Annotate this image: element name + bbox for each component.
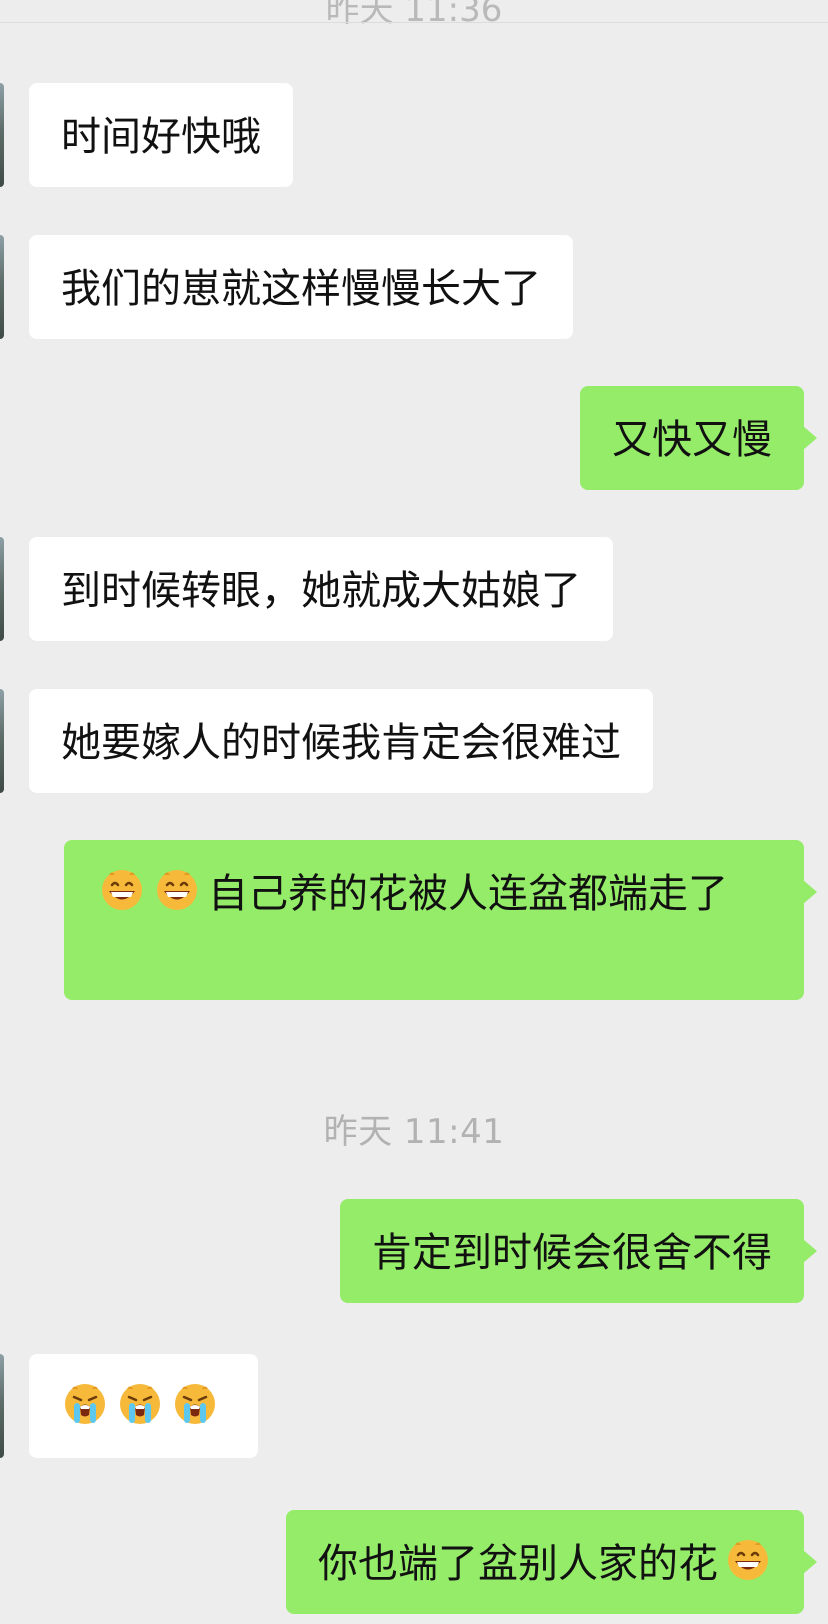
contact-avatar[interactable]	[0, 83, 4, 187]
message-bubble-sent[interactable]: 自己养的花被人连盆都端走了	[64, 840, 817, 1000]
message-bubble-received[interactable]: 时间好快哦	[29, 83, 293, 187]
grin-icon	[153, 866, 201, 914]
message-text: 又快又慢	[612, 417, 772, 463]
message-bubble-sent[interactable]: 又快又慢	[580, 386, 817, 490]
message-bubble-sent[interactable]: 你也端了盆别人家的花	[286, 1510, 817, 1614]
message-text: 自己养的花被人连盆都端走了	[208, 871, 728, 917]
message-text: 你也端了盆别人家的花	[318, 1541, 718, 1587]
contact-avatar[interactable]	[0, 1354, 4, 1458]
grin-icon	[98, 866, 146, 914]
crying-icon	[116, 1380, 164, 1428]
crying-icon	[61, 1380, 109, 1428]
message-text: 我们的崽就这样慢慢长大了	[61, 266, 541, 312]
message-bubble-received[interactable]: 到时候转眼，她就成大姑娘了	[29, 537, 613, 641]
partial-timestamp: 昨天 11:36	[325, 0, 503, 30]
message-bubble-received[interactable]	[29, 1354, 258, 1458]
message-text: 到时候转眼，她就成大姑娘了	[61, 568, 581, 614]
message-text: 她要嫁人的时候我肯定会很难过	[61, 720, 621, 766]
grin-icon	[724, 1536, 772, 1584]
divider	[0, 22, 828, 23]
contact-avatar[interactable]	[0, 537, 4, 641]
chat-view[interactable]: 昨天 11:36 时间好快哦 我们的崽就这样慢慢长大了 又快又慢 到时候转眼，她…	[0, 0, 828, 1624]
message-bubble-sent[interactable]: 肯定到时候会很舍不得	[340, 1199, 817, 1303]
timestamp: 昨天 11:41	[323, 1112, 505, 1152]
crying-icon	[171, 1380, 219, 1428]
message-text: 肯定到时候会很舍不得	[372, 1230, 772, 1276]
contact-avatar[interactable]	[0, 235, 4, 339]
message-bubble-received[interactable]: 她要嫁人的时候我肯定会很难过	[29, 689, 653, 793]
contact-avatar[interactable]	[0, 689, 4, 793]
message-bubble-received[interactable]: 我们的崽就这样慢慢长大了	[29, 235, 573, 339]
message-text: 时间好快哦	[61, 114, 261, 160]
